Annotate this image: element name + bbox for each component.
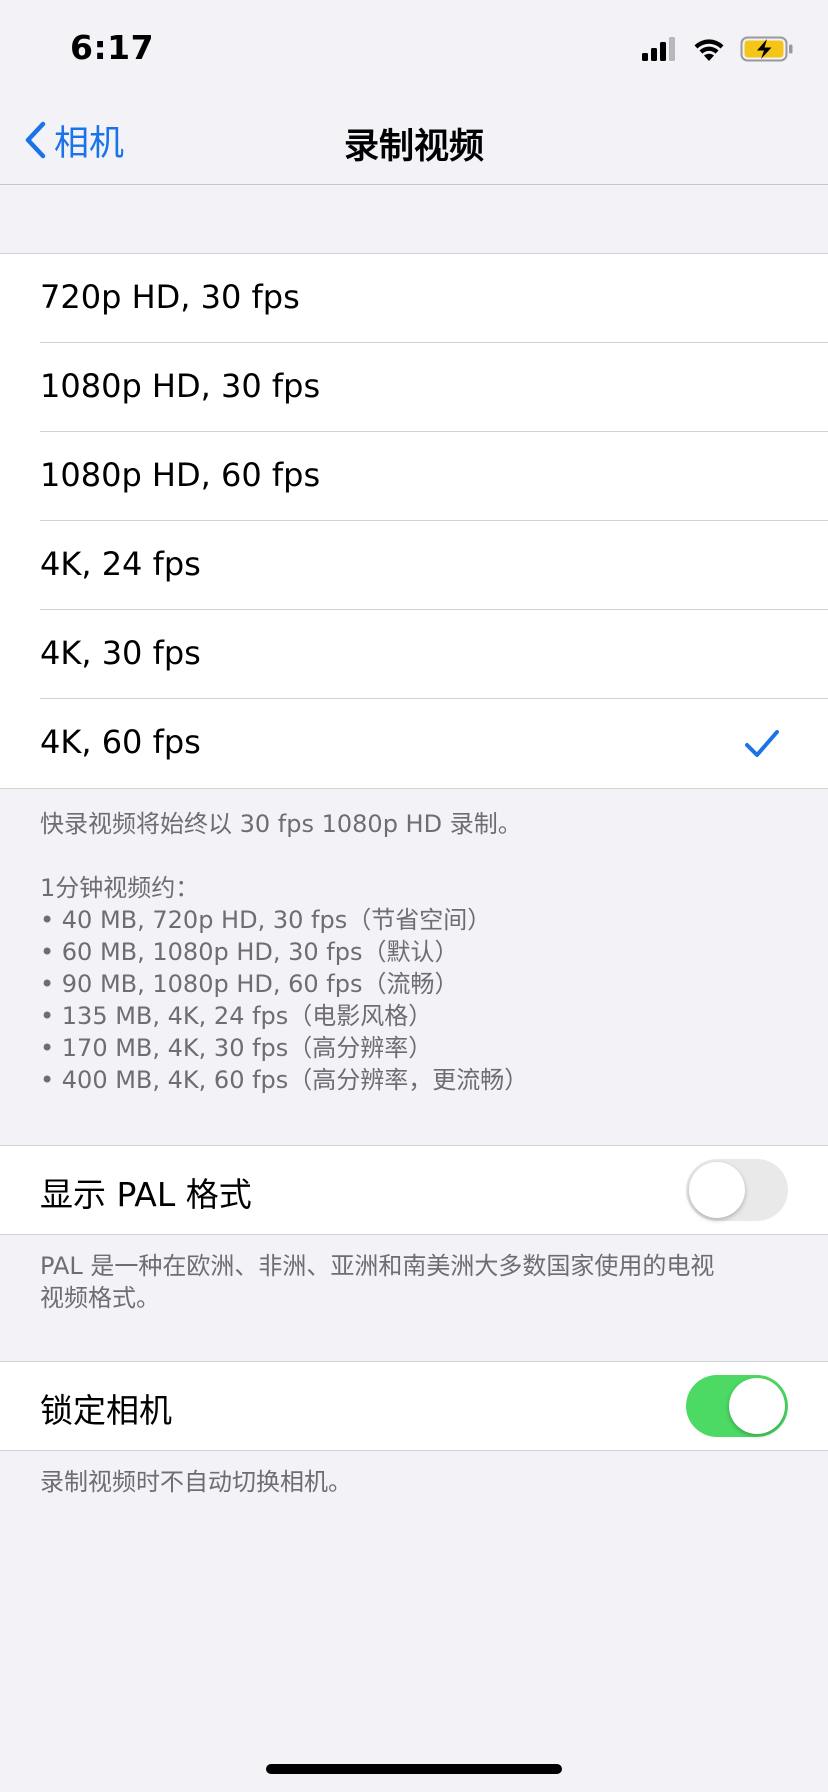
option-label: 720p HD, 30 fps [40,278,300,316]
option-label: 4K, 30 fps [40,634,201,672]
options-footer: 快录视频将始终以 30 fps 1080p HD 录制。 1分钟视频约： • 4… [40,808,800,1096]
option-1080p-30fps[interactable]: 1080p HD, 30 fps [0,343,828,432]
checkmark-icon [745,730,779,757]
size-item: • 90 MB, 1080p HD, 60 fps（流畅） [40,970,459,998]
status-bar: 6:17 [0,0,828,96]
cellular-signal-icon [642,37,675,61]
page-title: 录制视频 [343,127,484,167]
battery-charging-icon [740,36,793,62]
option-720p-30fps[interactable]: 720p HD, 30 fps [0,254,828,343]
pal-footer-line: 视频格式。 [40,1284,160,1312]
status-time: 6:17 [70,28,155,67]
wifi-icon [694,39,724,61]
pal-footer: PAL 是一种在欧洲、非洲、亚洲和南美洲大多数国家使用的电视 视频格式。 [40,1250,800,1314]
lock-camera-toggle[interactable] [686,1375,788,1437]
lock-camera-footer-text: 录制视频时不自动切换相机。 [40,1468,352,1496]
video-format-list: 720p HD, 30 fps 1080p HD, 30 fps 1080p H… [0,253,828,789]
size-item: • 135 MB, 4K, 24 fps（电影风格） [40,1002,433,1030]
option-1080p-60fps[interactable]: 1080p HD, 60 fps [0,432,828,521]
footer-spacer [40,840,800,872]
option-4k-60fps[interactable]: 4K, 60 fps [0,699,828,788]
size-item: • 40 MB, 720p HD, 30 fps（节省空间） [40,906,492,934]
toggle-knob [729,1378,785,1434]
size-item: • 400 MB, 4K, 60 fps（高分辨率，更流畅） [40,1066,529,1094]
option-4k-30fps[interactable]: 4K, 30 fps [0,610,828,699]
lock-camera-footer: 录制视频时不自动切换相机。 [40,1466,800,1498]
pal-format-label: 显示 PAL 格式 [40,1175,252,1214]
option-4k-24fps[interactable]: 4K, 24 fps [0,521,828,610]
pal-format-row: 显示 PAL 格式 [0,1145,828,1235]
pal-format-toggle[interactable] [686,1159,788,1221]
lock-camera-label: 锁定相机 [40,1391,172,1430]
status-icons [642,34,794,64]
size-heading: 1分钟视频约： [40,874,200,902]
size-item: • 60 MB, 1080p HD, 30 fps（默认） [40,938,459,966]
pal-footer-line: PAL 是一种在欧洲、非洲、亚洲和南美洲大多数国家使用的电视 [40,1252,715,1280]
option-label: 1080p HD, 30 fps [40,367,321,405]
navigation-bar: 相机 录制视频 [0,96,828,185]
option-label: 1080p HD, 60 fps [40,456,321,494]
home-indicator [266,1764,562,1774]
lock-camera-row: 锁定相机 [0,1361,828,1451]
option-label: 4K, 24 fps [40,545,201,583]
toggle-knob [689,1162,745,1218]
option-label: 4K, 60 fps [40,723,201,761]
quick-record-note: 快录视频将始终以 30 fps 1080p HD 录制。 [40,810,522,838]
size-item: • 170 MB, 4K, 30 fps（高分辨率） [40,1034,433,1062]
